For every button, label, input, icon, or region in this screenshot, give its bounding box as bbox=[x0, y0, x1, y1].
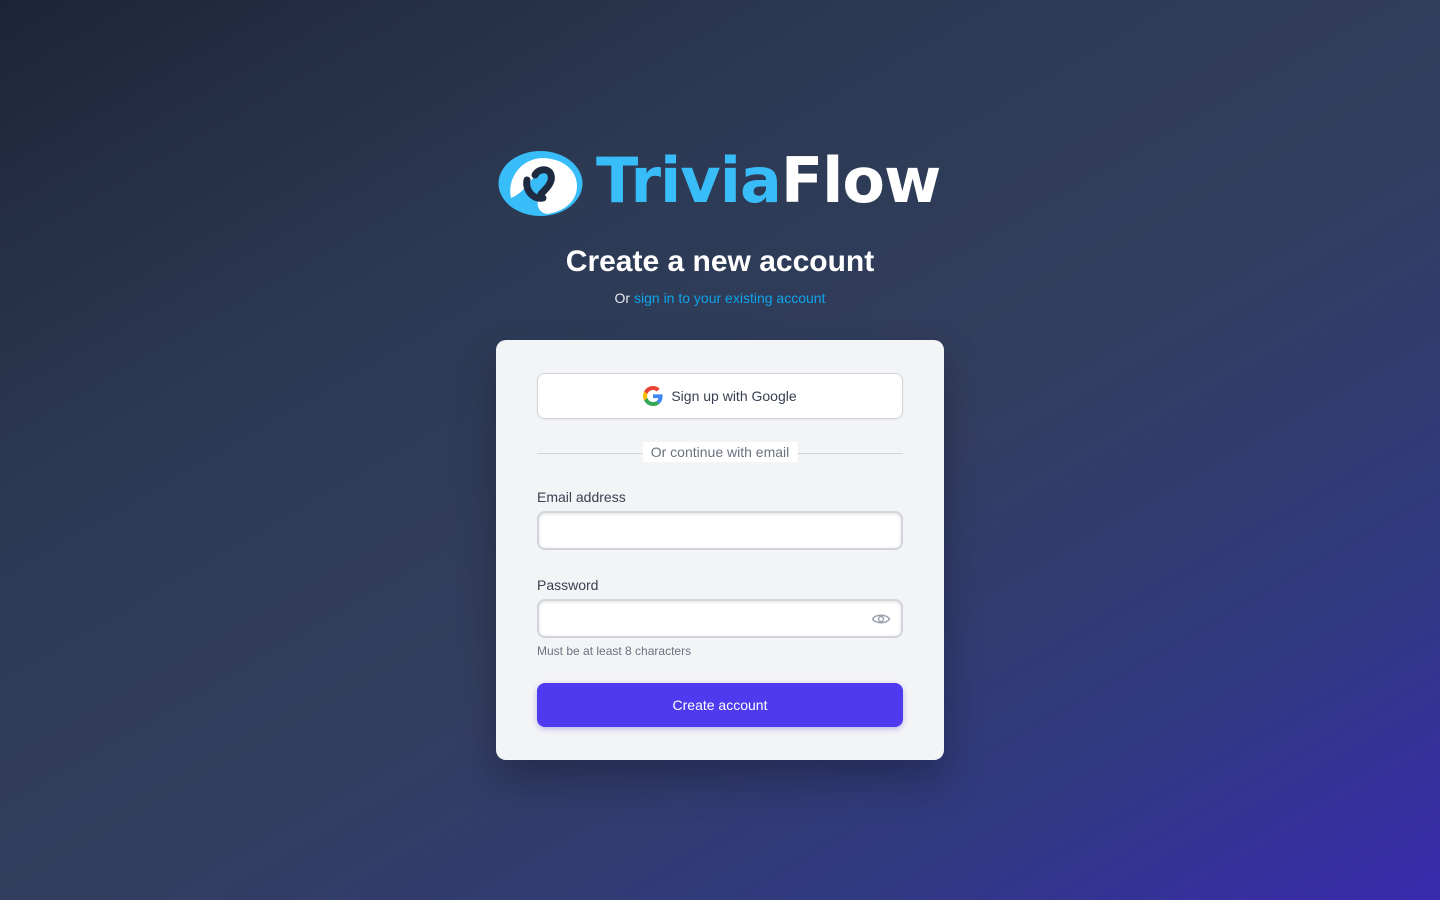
page-subtitle: Or sign in to your existing account bbox=[0, 290, 1440, 307]
google-button-label: Sign up with Google bbox=[671, 388, 797, 404]
swirl-logo-icon bbox=[498, 150, 583, 216]
email-input[interactable] bbox=[537, 511, 903, 550]
google-signup-button[interactable]: Sign up with Google bbox=[537, 373, 903, 419]
signup-card: Sign up with Google Or continue with ema… bbox=[496, 340, 944, 760]
password-input[interactable] bbox=[537, 599, 903, 638]
password-hint: Must be at least 8 characters bbox=[537, 644, 692, 658]
page-title: Create a new account bbox=[565, 245, 875, 278]
divider-text: Or continue with email bbox=[642, 442, 798, 462]
subtitle-prefix: Or bbox=[614, 290, 631, 306]
brand-logo: TriviaFlow bbox=[497, 148, 947, 218]
email-divider: Or continue with email bbox=[537, 442, 903, 464]
brand-wordmark: TriviaFlow bbox=[596, 150, 941, 212]
brand-name-part1: Trivia bbox=[596, 144, 782, 217]
google-g-icon bbox=[643, 386, 663, 406]
password-label: Password bbox=[537, 577, 599, 593]
create-account-button[interactable]: Create account bbox=[537, 683, 903, 727]
signin-link[interactable]: sign in to your existing account bbox=[634, 290, 825, 306]
brand-name-part2: Flow bbox=[780, 144, 941, 217]
email-label: Email address bbox=[537, 489, 626, 505]
eye-icon[interactable] bbox=[871, 609, 891, 629]
